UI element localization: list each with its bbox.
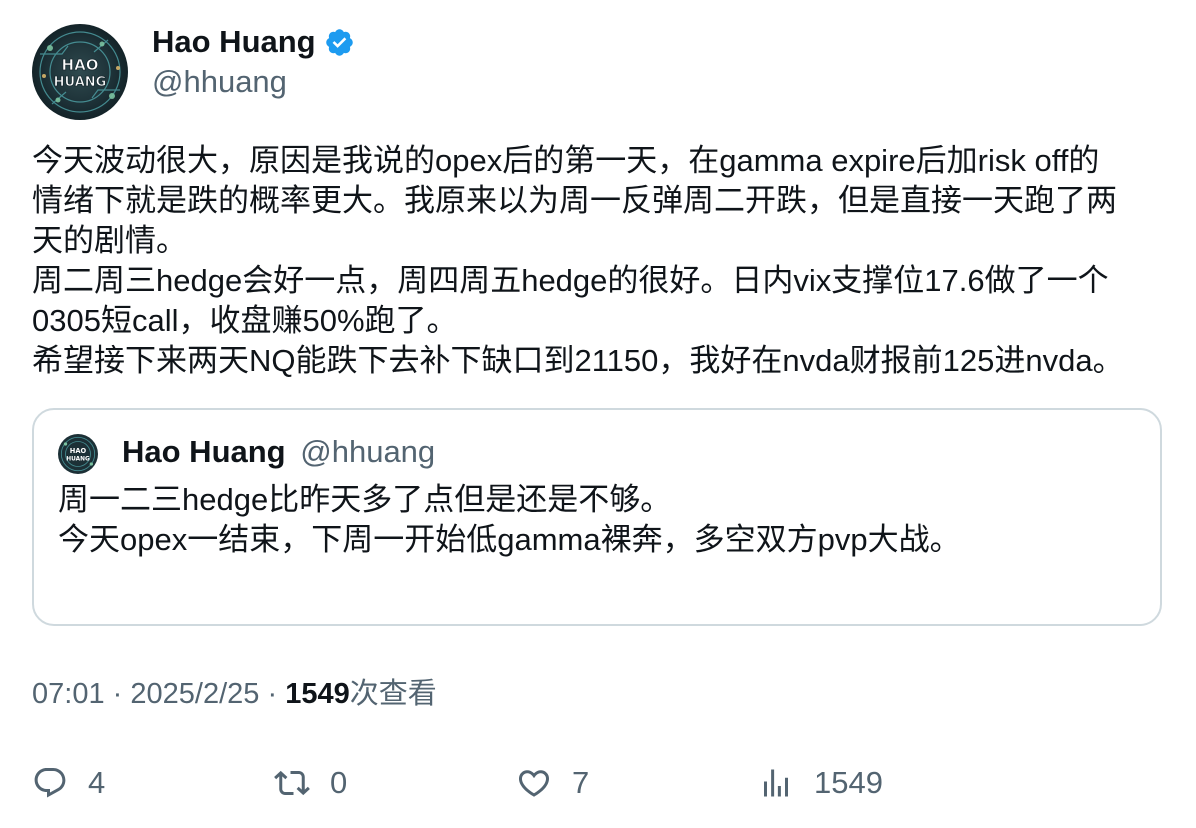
meta-separator: · (267, 678, 278, 710)
retweet-icon (274, 765, 310, 801)
retweet-button[interactable]: 0 (274, 758, 347, 808)
quoted-tweet-text: 周一二三hedge比昨天多了点但是还是不够。 今天opex一结束，下周一开始低g… (58, 480, 961, 560)
author-avatar[interactable]: HAO HUANG (32, 24, 128, 120)
reply-button[interactable]: 4 (32, 758, 105, 808)
svg-text:HAO: HAO (70, 447, 87, 455)
quoted-author-name: Hao Huang (122, 434, 286, 469)
views-action-count: 1549 (814, 765, 883, 800)
author-handle[interactable]: @hhuang (152, 60, 287, 104)
svg-text:HUANG: HUANG (66, 457, 90, 463)
views-button[interactable]: 1549 (758, 758, 883, 808)
tweet-text-line: 希望接下来两天NQ能跌下去补下缺口到21150，我好在nvda财报前125进nv… (32, 343, 1124, 378)
author-display-name[interactable]: Hao Huang (152, 20, 316, 64)
tweet-text-line: 今天波动很大，原因是我说的opex后的第一天，在gamma expire后加ri… (32, 143, 1100, 178)
views-count: 1549 (285, 678, 350, 710)
reply-icon (32, 765, 68, 801)
quoted-text-line: 今天opex一结束，下周一开始低gamma裸奔，多空双方pvp大战。 (58, 522, 961, 557)
tweet-meta: 07:01 · 2025/2/25 · 1549次查看 (32, 674, 437, 714)
svg-text:HUANG: HUANG (54, 75, 107, 90)
tweet-action-bar: 4 0 7 1549 (0, 758, 1196, 808)
quoted-tweet-card[interactable]: HAO HUANG Hao Huang @hhuang 周一二三hedge比昨天… (32, 408, 1162, 626)
tweet-text-line: 天的剧情。 (32, 223, 187, 258)
tweet-text: 今天波动很大，原因是我说的opex后的第一天，在gamma expire后加ri… (32, 141, 1172, 381)
quoted-text-line: 周一二三hedge比昨天多了点但是还是不够。 (58, 482, 672, 517)
author-name-row: Hao Huang (152, 20, 355, 64)
tweet-text-line: 情绪下就是跌的概率更大。我原来以为周一反弹周二开跌，但是直接一天跑了两 (32, 183, 1117, 218)
tweet-text-line: 0305短call，收盘赚50%跑了。 (32, 303, 458, 338)
reply-count: 4 (88, 765, 106, 800)
tweet-text-line: 周二周三hedge会好一点，周四周五hedge的很好。日内vix支撑位17.6做… (32, 263, 1109, 298)
tweet-date[interactable]: 2025/2/25 (130, 678, 259, 710)
like-count: 7 (572, 765, 590, 800)
tweet-time[interactable]: 07:01 (32, 678, 105, 710)
quoted-author-handle: @hhuang (300, 434, 436, 469)
verified-badge-icon[interactable] (324, 27, 355, 58)
meta-separator: · (112, 678, 123, 710)
quoted-author-avatar: HAO HUANG (58, 434, 98, 474)
svg-text:HAO: HAO (62, 56, 99, 74)
quoted-author-header: Hao Huang @hhuang (122, 430, 435, 474)
analytics-icon (758, 765, 794, 801)
retweet-count: 0 (330, 765, 348, 800)
views-label: 次查看 (349, 678, 437, 710)
heart-icon (516, 765, 552, 801)
like-button[interactable]: 7 (516, 758, 589, 808)
